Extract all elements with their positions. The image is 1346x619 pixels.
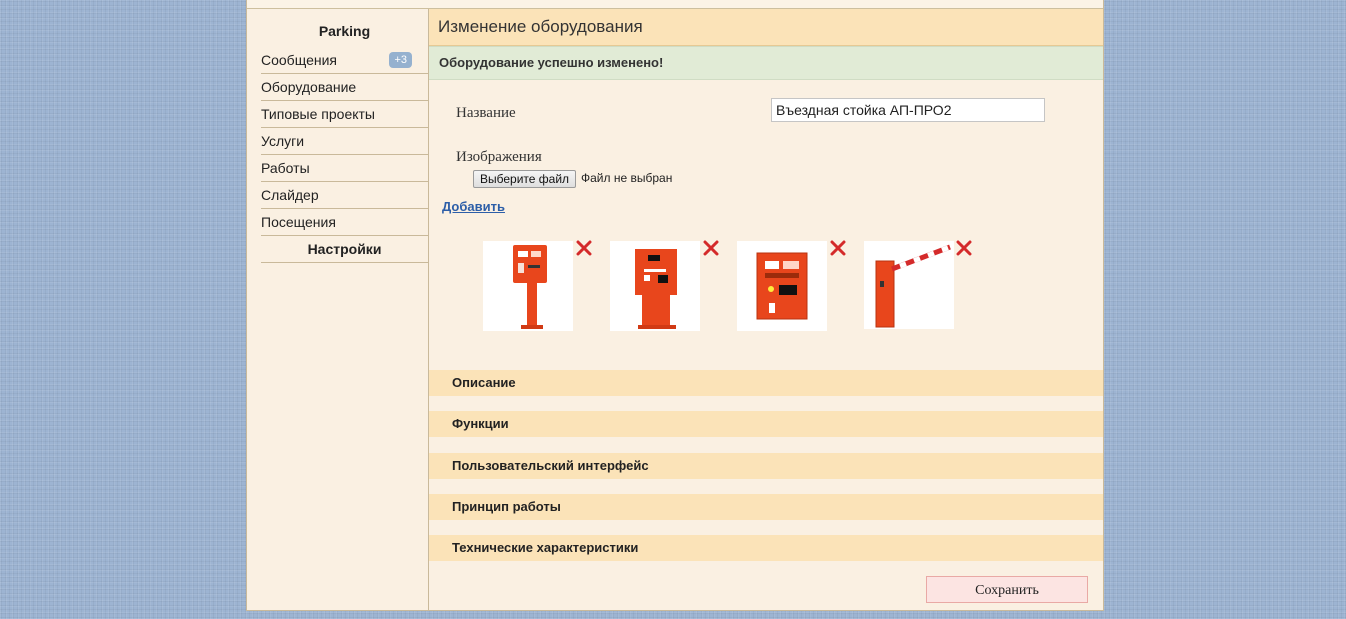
delete-icon[interactable] xyxy=(830,240,846,256)
save-button[interactable]: Сохранить xyxy=(926,576,1088,603)
section-user-interface[interactable]: Пользовательский интерфейс xyxy=(429,453,1103,479)
sidebar-item-label: Работы xyxy=(261,160,310,176)
add-image-link[interactable]: Добавить xyxy=(442,199,505,214)
main-content: Изменение оборудования Оборудование успе… xyxy=(429,9,1103,610)
page-container: Parking Сообщения +3 Оборудование Типовы… xyxy=(246,0,1104,611)
sidebar-item-label: Слайдер xyxy=(261,187,319,203)
sidebar-item-typical-projects[interactable]: Типовые проекты xyxy=(261,101,428,128)
section-functions[interactable]: Функции xyxy=(429,411,1103,437)
payment-terminal-image xyxy=(737,241,827,331)
section-operating-principle[interactable]: Принцип работы xyxy=(429,494,1103,520)
name-label: Название xyxy=(456,105,516,121)
sidebar-item-equipment[interactable]: Оборудование xyxy=(261,74,428,101)
sidebar-item-label: Услуги xyxy=(261,133,305,149)
sidebar-title: Parking xyxy=(318,23,371,39)
messages-count-badge: +3 xyxy=(389,52,412,68)
entry-stand-image xyxy=(483,241,573,331)
sidebar-item-label: Настройки xyxy=(307,241,382,257)
delete-icon[interactable] xyxy=(956,240,972,256)
barrier-image xyxy=(864,241,954,329)
sidebar-item-services[interactable]: Услуги xyxy=(261,128,428,155)
sidebar-item-settings[interactable]: Настройки xyxy=(261,236,428,263)
images-label: Изображения xyxy=(456,149,542,165)
sidebar-item-works[interactable]: Работы xyxy=(261,155,428,182)
sidebar-item-label: Типовые проекты xyxy=(261,106,375,122)
sidebar-item-visits[interactable]: Посещения xyxy=(261,209,428,236)
section-specifications[interactable]: Технические характеристики xyxy=(429,535,1103,561)
sidebar: Parking Сообщения +3 Оборудование Типовы… xyxy=(247,9,429,610)
delete-icon[interactable] xyxy=(576,240,592,256)
sidebar-item-messages[interactable]: Сообщения +3 xyxy=(261,47,428,74)
name-field[interactable] xyxy=(771,98,1045,122)
sidebar-item-slider[interactable]: Слайдер xyxy=(261,182,428,209)
sidebar-item-label: Оборудование xyxy=(261,79,357,95)
choose-file-button[interactable]: Выберите файл xyxy=(473,170,577,188)
success-message: Оборудование успешно изменено! xyxy=(429,46,1103,80)
file-status: Файл не выбран xyxy=(581,171,673,185)
page-title: Изменение оборудования xyxy=(429,9,1103,46)
sidebar-item-label: Сообщения xyxy=(261,52,337,68)
section-description[interactable]: Описание xyxy=(429,370,1103,396)
top-bar xyxy=(247,0,1103,9)
sidebar-item-label: Посещения xyxy=(261,214,336,230)
delete-icon[interactable] xyxy=(703,240,719,256)
exit-stand-image xyxy=(610,241,700,331)
sidebar-menu: Сообщения +3 Оборудование Типовые проект… xyxy=(261,47,428,263)
